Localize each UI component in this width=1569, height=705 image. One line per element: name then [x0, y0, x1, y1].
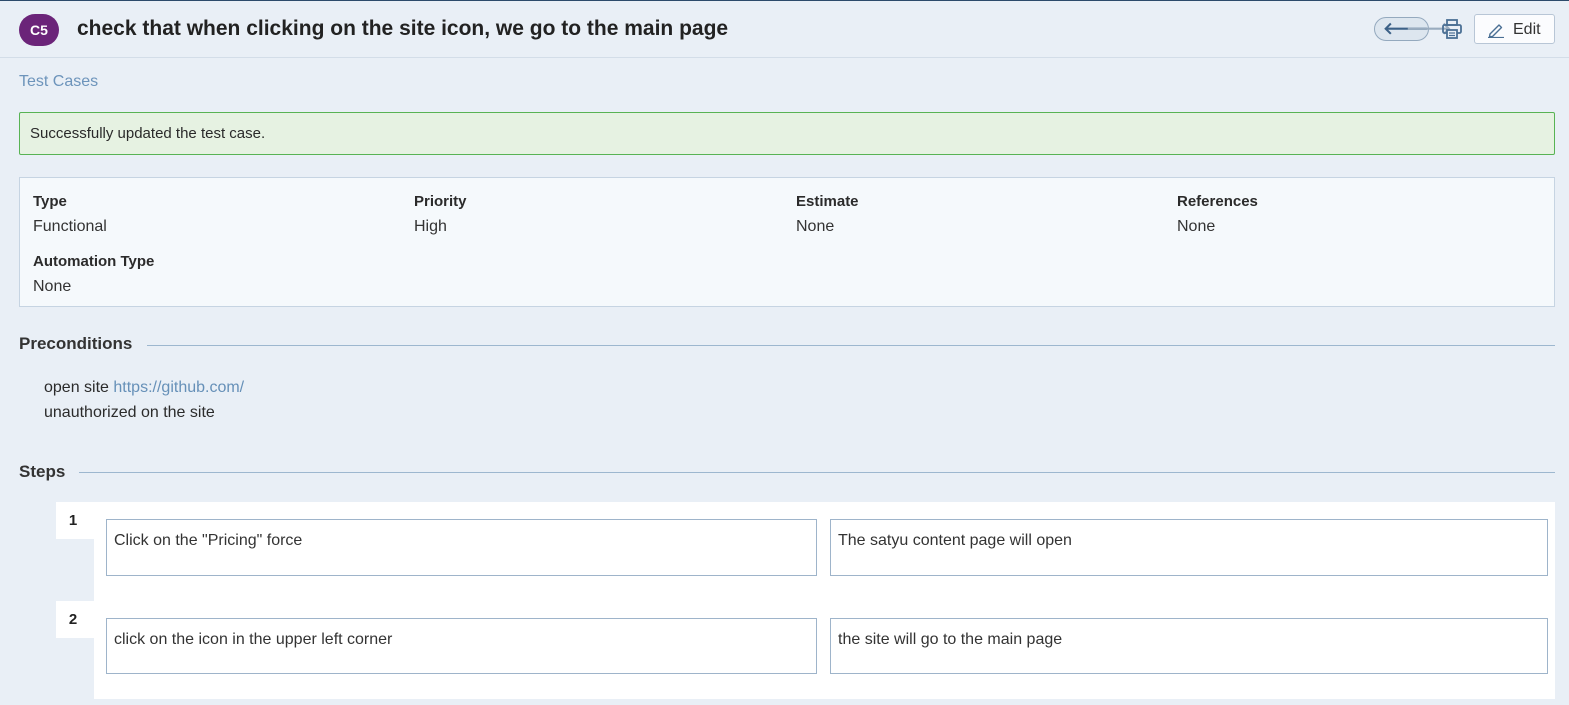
- case-properties: Type Functional Priority High Estimate N…: [19, 177, 1555, 307]
- edit-button[interactable]: Edit: [1474, 14, 1555, 44]
- property-value: None: [796, 218, 835, 235]
- step-action-field[interactable]: click on the icon in the upper left corn…: [106, 618, 817, 674]
- property-label: Estimate: [796, 193, 859, 210]
- property-label: Priority: [414, 193, 467, 210]
- success-alert: Successfully updated the test case.: [19, 112, 1555, 155]
- property-value: None: [1177, 218, 1216, 235]
- case-id-badge: C5: [19, 14, 59, 46]
- step-number: 2: [56, 601, 94, 638]
- property-label: References: [1177, 193, 1258, 210]
- property-priority: Priority High: [414, 193, 467, 237]
- steps-list: Click on the "Pricing" force The satyu c…: [94, 502, 1555, 699]
- alert-message: Successfully updated the test case.: [30, 125, 266, 142]
- step-expected-field[interactable]: the site will go to the main page: [830, 618, 1548, 674]
- precondition-line-1: open site https://github.com/: [44, 379, 244, 397]
- steps-heading: Steps: [19, 462, 66, 481]
- step-number: 1: [56, 502, 94, 539]
- pencil-icon: [1488, 24, 1504, 38]
- page-title: check that when clicking on the site ico…: [77, 17, 729, 40]
- property-value: None: [33, 278, 72, 295]
- property-label: Type: [33, 193, 67, 210]
- property-estimate: Estimate None: [796, 193, 859, 237]
- precondition-line-2: unauthorized on the site: [44, 404, 215, 421]
- section-divider: [147, 345, 1555, 346]
- property-value: Functional: [33, 218, 107, 235]
- case-navigation: 🡐 🡒: [1374, 17, 1452, 41]
- github-link[interactable]: https://github.com/: [113, 379, 244, 396]
- edit-label: Edit: [1513, 21, 1541, 38]
- page-header: C5 check that when clicking on the site …: [0, 1, 1569, 58]
- step-action-field[interactable]: Click on the "Pricing" force: [106, 519, 817, 576]
- property-automation-type: Automation Type None: [33, 253, 154, 297]
- step-expected-field[interactable]: The satyu content page will open: [830, 519, 1548, 576]
- property-label: Automation Type: [33, 253, 155, 270]
- property-type: Type Functional: [33, 193, 107, 237]
- printer-icon[interactable]: [1441, 18, 1463, 40]
- preconditions-heading: Preconditions: [19, 334, 133, 353]
- section-divider: [79, 472, 1555, 473]
- precondition-text: open site: [44, 379, 109, 396]
- breadcrumb-test-cases[interactable]: Test Cases: [19, 73, 98, 91]
- property-value: High: [414, 218, 447, 235]
- property-references: References None: [1177, 193, 1258, 237]
